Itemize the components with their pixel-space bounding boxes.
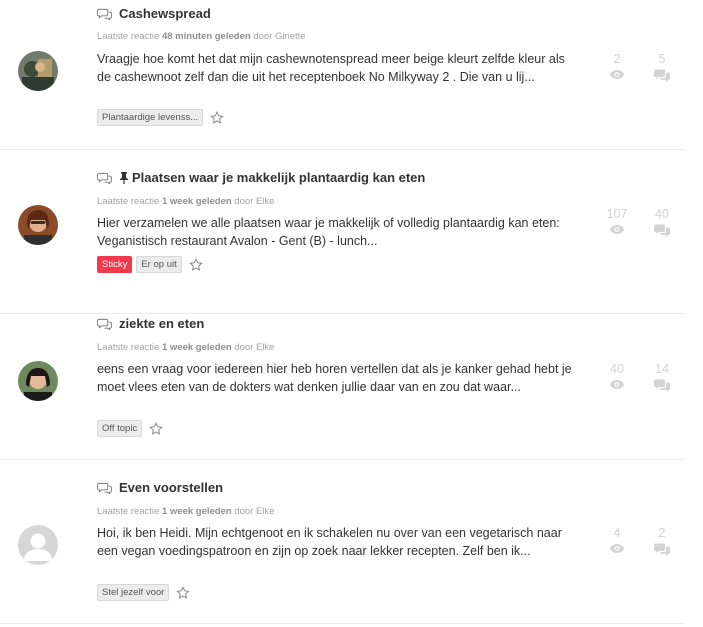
views-stat: 2 [602, 51, 632, 80]
meta-prefix: Laatste reactie [97, 506, 160, 517]
replies-stat: 2 [647, 525, 677, 556]
meta-prefix: Laatste reactie [97, 342, 160, 353]
topic-title[interactable]: Even voorstellen [119, 480, 223, 495]
topic-excerpt[interactable]: Hoi, ik ben Heidi. Mijn echtgenoot en ik… [97, 524, 572, 560]
views-count: 2 [613, 52, 621, 66]
comments-icon [654, 69, 670, 82]
topic-item[interactable]: Cashewspread Laatste reactie 48 minuten … [0, 0, 684, 150]
tag-list: Stel jezelf voor [97, 584, 191, 601]
eye-icon [609, 544, 625, 553]
comments-icon [654, 224, 670, 237]
chat-icon [97, 482, 112, 494]
meta-author[interactable]: door Elke [234, 196, 274, 207]
meta-author[interactable]: door Ginette [253, 31, 305, 42]
topic-title-row[interactable]: ziekte en eten [97, 316, 204, 331]
topic-meta: Laatste reactie 48 minuten geleden door … [97, 31, 306, 42]
meta-author[interactable]: door Elke [234, 506, 274, 517]
views-stat: 4 [602, 525, 632, 554]
replies-count: 40 [655, 207, 669, 221]
meta-time: 48 minuten geleden [161, 31, 251, 42]
tag[interactable]: Er op uit [136, 256, 182, 273]
star-icon[interactable] [210, 110, 224, 125]
chat-icon [97, 318, 112, 330]
tag-list: Plantaardige levenss... [97, 109, 224, 126]
avatar[interactable] [18, 51, 58, 91]
views-stat: 40 [602, 361, 632, 390]
meta-time: 1 week geleden [161, 342, 232, 353]
tag-list: Sticky Er op uit [97, 256, 203, 273]
avatar[interactable] [18, 525, 58, 565]
topic-meta: Laatste reactie 1 week geleden door Elke [97, 342, 274, 353]
views-count: 4 [613, 526, 621, 540]
meta-prefix: Laatste reactie [97, 196, 160, 207]
topic-meta: Laatste reactie 1 week geleden door Elke [97, 506, 274, 517]
topic-title-row[interactable]: Plaatsen waar je makkelijk plantaardig k… [97, 170, 425, 185]
topic-title-row[interactable]: Even voorstellen [97, 480, 223, 495]
tag[interactable]: Plantaardige levenss... [97, 109, 204, 126]
topic-title[interactable]: Plaatsen waar je makkelijk plantaardig k… [132, 170, 425, 185]
replies-stat: 14 [647, 361, 677, 392]
topic-item[interactable]: Plaatsen waar je makkelijk plantaardig k… [0, 150, 684, 314]
topic-excerpt[interactable]: Vraagje hoe komt het dat mijn cashewnote… [97, 50, 572, 86]
star-icon[interactable] [189, 257, 203, 272]
tag[interactable]: Stel jezelf voor [97, 584, 170, 601]
comments-icon [654, 379, 670, 392]
eye-icon [609, 70, 625, 79]
replies-stat: 5 [647, 51, 677, 82]
tag[interactable]: Off topic [97, 420, 143, 437]
topic-excerpt[interactable]: Hier verzamelen we alle plaatsen waar je… [97, 214, 572, 250]
chat-icon [97, 172, 112, 184]
meta-author[interactable]: door Elke [234, 342, 274, 353]
topic-meta: Laatste reactie 1 week geleden door Elke [97, 196, 274, 207]
replies-count: 14 [655, 362, 669, 376]
meta-time: 1 week geleden [161, 506, 232, 517]
views-count: 40 [610, 362, 624, 376]
meta-prefix: Laatste reactie [97, 31, 160, 42]
eye-icon [609, 225, 625, 234]
topic-item[interactable]: Even voorstellen Laatste reactie 1 week … [0, 460, 684, 624]
sticky-badge: Sticky [97, 256, 133, 273]
avatar[interactable] [18, 361, 58, 401]
meta-time: 1 week geleden [161, 196, 232, 207]
tag-list: Off topic [97, 420, 163, 437]
chat-icon [97, 8, 112, 20]
star-icon[interactable] [176, 585, 191, 600]
pin-icon [120, 172, 128, 184]
topic-title-row[interactable]: Cashewspread [97, 6, 211, 21]
topic-item[interactable]: ziekte en eten Laatste reactie 1 week ge… [0, 296, 684, 460]
views-stat: 107 [602, 206, 632, 235]
topic-title[interactable]: Cashewspread [119, 6, 211, 21]
topic-excerpt[interactable]: eens een vraag voor iedereen hier heb ho… [97, 360, 572, 396]
replies-count: 5 [658, 52, 666, 66]
eye-icon [609, 380, 625, 389]
views-count: 107 [606, 207, 628, 221]
replies-count: 2 [658, 526, 666, 540]
star-icon[interactable] [149, 421, 163, 436]
replies-stat: 40 [647, 206, 677, 237]
topic-title[interactable]: ziekte en eten [119, 316, 204, 331]
comments-icon [654, 543, 670, 556]
avatar[interactable] [18, 205, 58, 245]
